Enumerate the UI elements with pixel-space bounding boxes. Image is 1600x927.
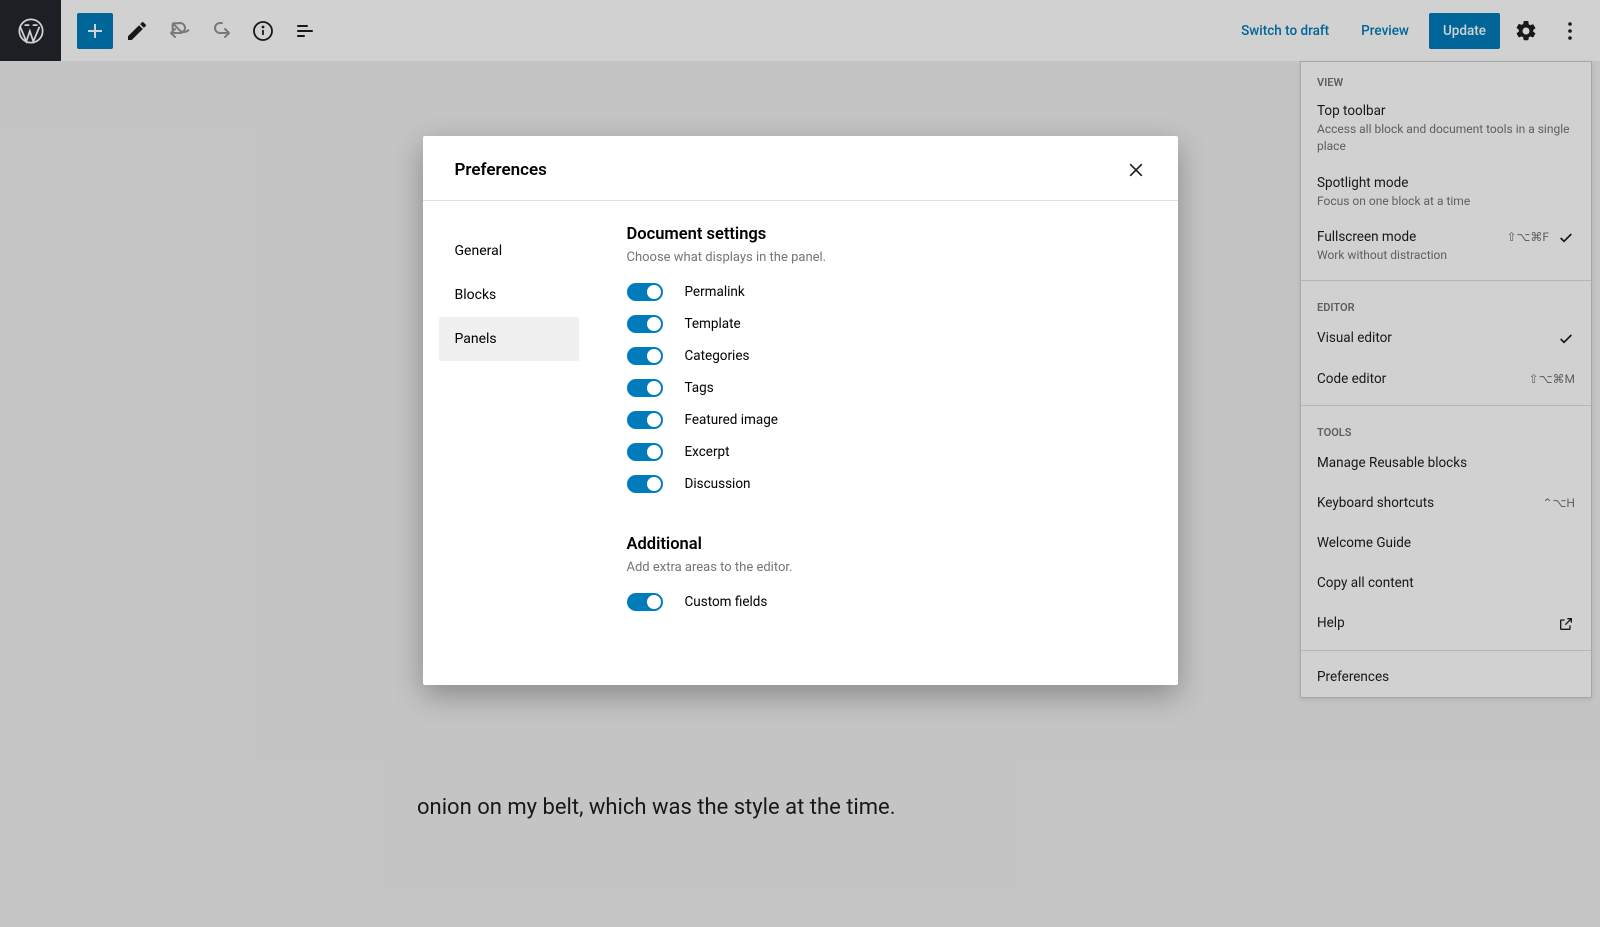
nav-panels[interactable]: Panels — [439, 317, 579, 361]
toggle-custom-fields[interactable] — [627, 593, 663, 611]
toggle-row-excerpt: Excerpt — [627, 443, 1146, 461]
toggle-row-featured-image: Featured image — [627, 411, 1146, 429]
modal-header: Preferences — [423, 136, 1178, 201]
toggle-discussion[interactable] — [627, 475, 663, 493]
additional-desc: Add extra areas to the editor. — [627, 560, 1146, 575]
additional-title: Additional — [627, 535, 1146, 554]
toggle-row-custom-fields: Custom fields — [627, 593, 1146, 611]
toggle-tags[interactable] — [627, 379, 663, 397]
toggle-permalink[interactable] — [627, 283, 663, 301]
document-settings-title: Document settings — [627, 225, 1146, 244]
close-button[interactable] — [1122, 156, 1150, 184]
toggle-excerpt[interactable] — [627, 443, 663, 461]
preferences-modal: Preferences General Blocks Panels Docume… — [423, 136, 1178, 685]
modal-title: Preferences — [455, 160, 547, 180]
toggle-row-tags: Tags — [627, 379, 1146, 397]
toggle-categories[interactable] — [627, 347, 663, 365]
nav-blocks[interactable]: Blocks — [439, 273, 579, 317]
nav-general[interactable]: General — [439, 229, 579, 273]
modal-content: Document settings Choose what displays i… — [595, 201, 1178, 625]
toggle-row-categories: Categories — [627, 347, 1146, 365]
document-settings-desc: Choose what displays in the panel. — [627, 250, 1146, 265]
toggle-row-template: Template — [627, 315, 1146, 333]
toggle-featured-image[interactable] — [627, 411, 663, 429]
modal-nav: General Blocks Panels — [423, 201, 595, 625]
toggle-template[interactable] — [627, 315, 663, 333]
toggle-row-discussion: Discussion — [627, 475, 1146, 493]
toggle-row-permalink: Permalink — [627, 283, 1146, 301]
modal-backdrop: Preferences General Blocks Panels Docume… — [0, 0, 1600, 927]
